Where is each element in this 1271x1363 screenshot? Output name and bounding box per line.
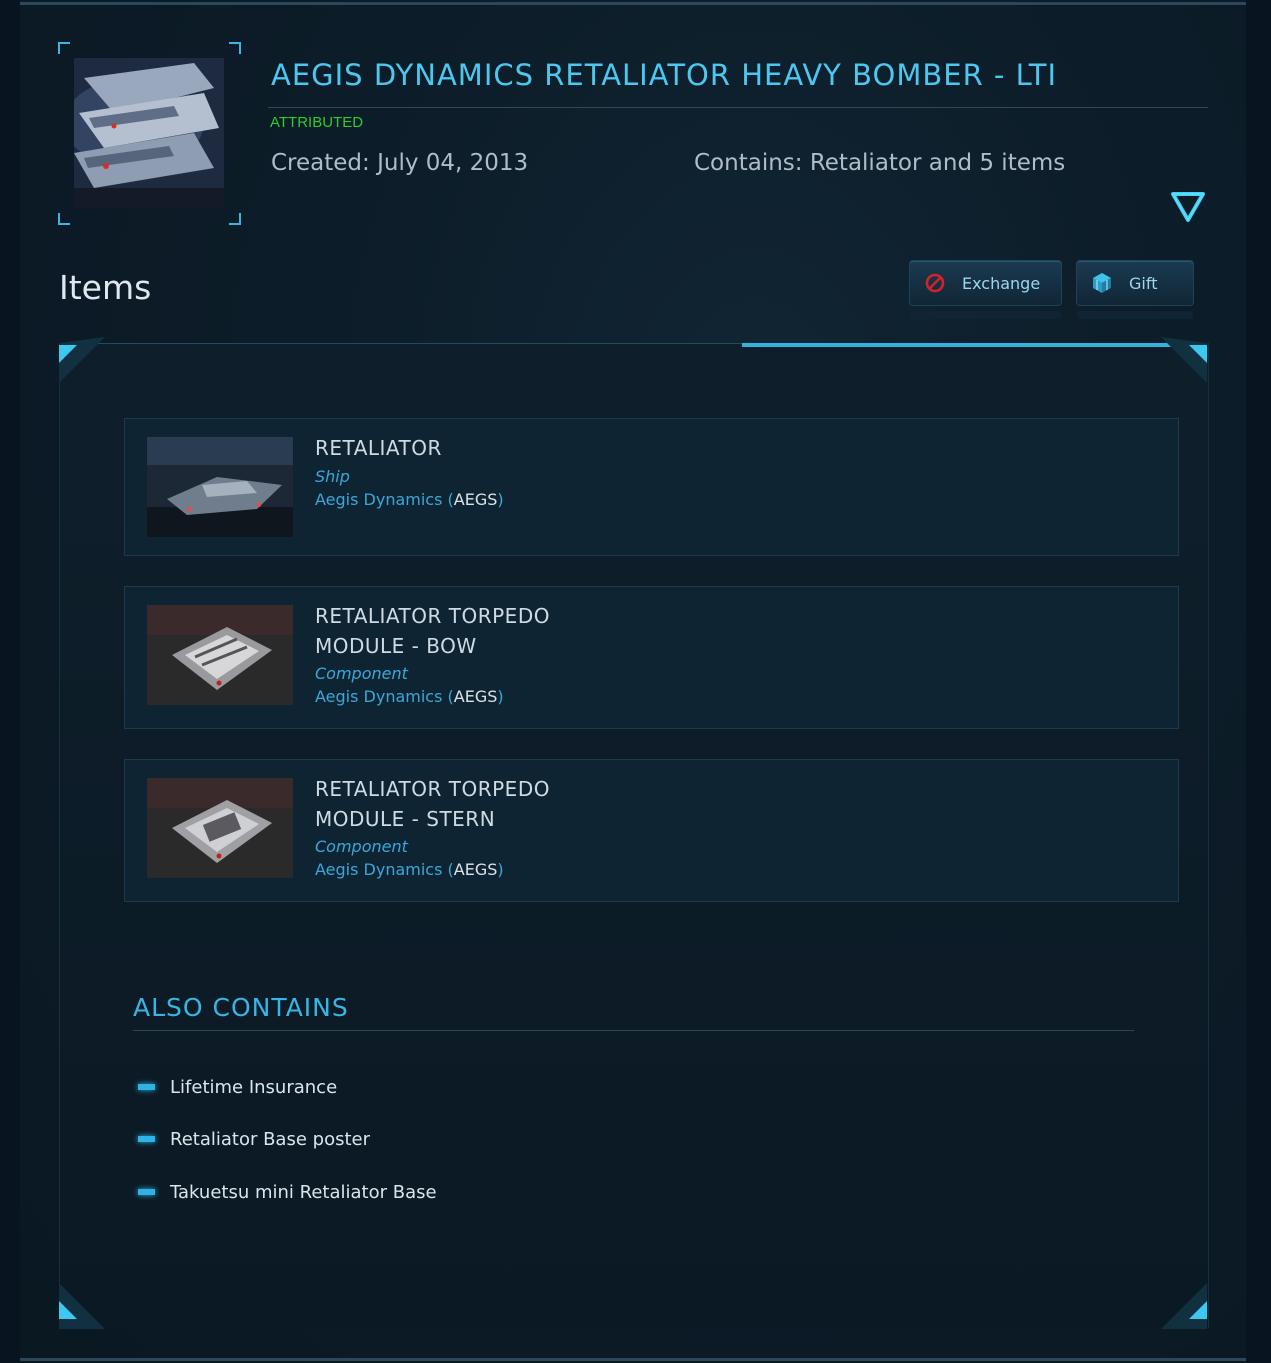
contains-summary: Contains: Retaliator and 5 items: [694, 150, 1066, 176]
item-manufacturer: Aegis Dynamics (AEGS): [315, 490, 504, 509]
items-heading: Items: [59, 268, 152, 307]
item-manufacturer: Aegis Dynamics (AEGS): [315, 687, 504, 706]
pledge-title: AEGIS DYNAMICS RETALIATOR HEAVY BOMBER -…: [271, 58, 1058, 92]
created-date: Created: July 04, 2013: [271, 150, 529, 176]
also-contains-heading: ALSO CONTAINS: [133, 993, 349, 1022]
item-type: Ship: [315, 467, 350, 486]
top-divider: [20, 2, 1246, 5]
no-entry-icon: [924, 272, 946, 294]
exchange-label: Exchange: [962, 273, 1041, 293]
corner-ornament-bottom-left: [59, 1283, 105, 1329]
item-card[interactable]: RETALIATOR Ship Aegis Dynamics (AEGS): [124, 418, 1179, 556]
exchange-button[interactable]: Exchange: [909, 260, 1062, 319]
item-image: [147, 605, 293, 705]
item-type: Component: [315, 664, 408, 683]
item-image: [147, 437, 293, 537]
dash-bullet-icon: [138, 1189, 155, 1195]
triangle-down-icon: [1171, 192, 1205, 222]
item-manufacturer: Aegis Dynamics (AEGS): [315, 860, 504, 879]
item-card[interactable]: RETALIATOR TORPEDO MODULE - BOW Componen…: [124, 586, 1179, 729]
gift-box-icon: [1091, 272, 1113, 294]
item-name: RETALIATOR: [315, 436, 442, 460]
list-item: Retaliator Base poster: [138, 1127, 370, 1151]
gift-label: Gift: [1129, 273, 1158, 293]
pledge-thumbnail: [74, 58, 224, 208]
list-item-label: Takuetsu mini Retaliator Base: [170, 1181, 437, 1203]
panel-accent-bar: [742, 343, 1207, 347]
item-image: [147, 778, 293, 878]
also-contains-divider: [133, 1030, 1134, 1031]
dash-bullet-icon: [138, 1084, 155, 1090]
gift-button[interactable]: Gift: [1076, 260, 1194, 319]
dash-bullet-icon: [138, 1136, 155, 1142]
list-item-label: Retaliator Base poster: [170, 1128, 370, 1150]
status-badge: ATTRIBUTED: [270, 114, 364, 131]
item-name: RETALIATOR TORPEDO MODULE - BOW: [315, 604, 550, 658]
list-item: Lifetime Insurance: [138, 1075, 337, 1099]
list-item: Takuetsu mini Retaliator Base: [138, 1180, 437, 1204]
pledge-thumbnail-frame: [58, 42, 241, 225]
bottom-divider: [20, 1358, 1246, 1361]
corner-ornament-top-left: [59, 337, 105, 383]
title-divider: [268, 107, 1208, 108]
item-type: Component: [315, 837, 408, 856]
item-name: RETALIATOR TORPEDO MODULE - STERN: [315, 777, 550, 831]
corner-ornament-top-right: [1161, 337, 1207, 383]
collapse-toggle-button[interactable]: [1170, 190, 1206, 224]
item-card[interactable]: RETALIATOR TORPEDO MODULE - STERN Compon…: [124, 759, 1179, 902]
corner-ornament-bottom-right: [1161, 1283, 1207, 1329]
list-item-label: Lifetime Insurance: [170, 1076, 338, 1098]
